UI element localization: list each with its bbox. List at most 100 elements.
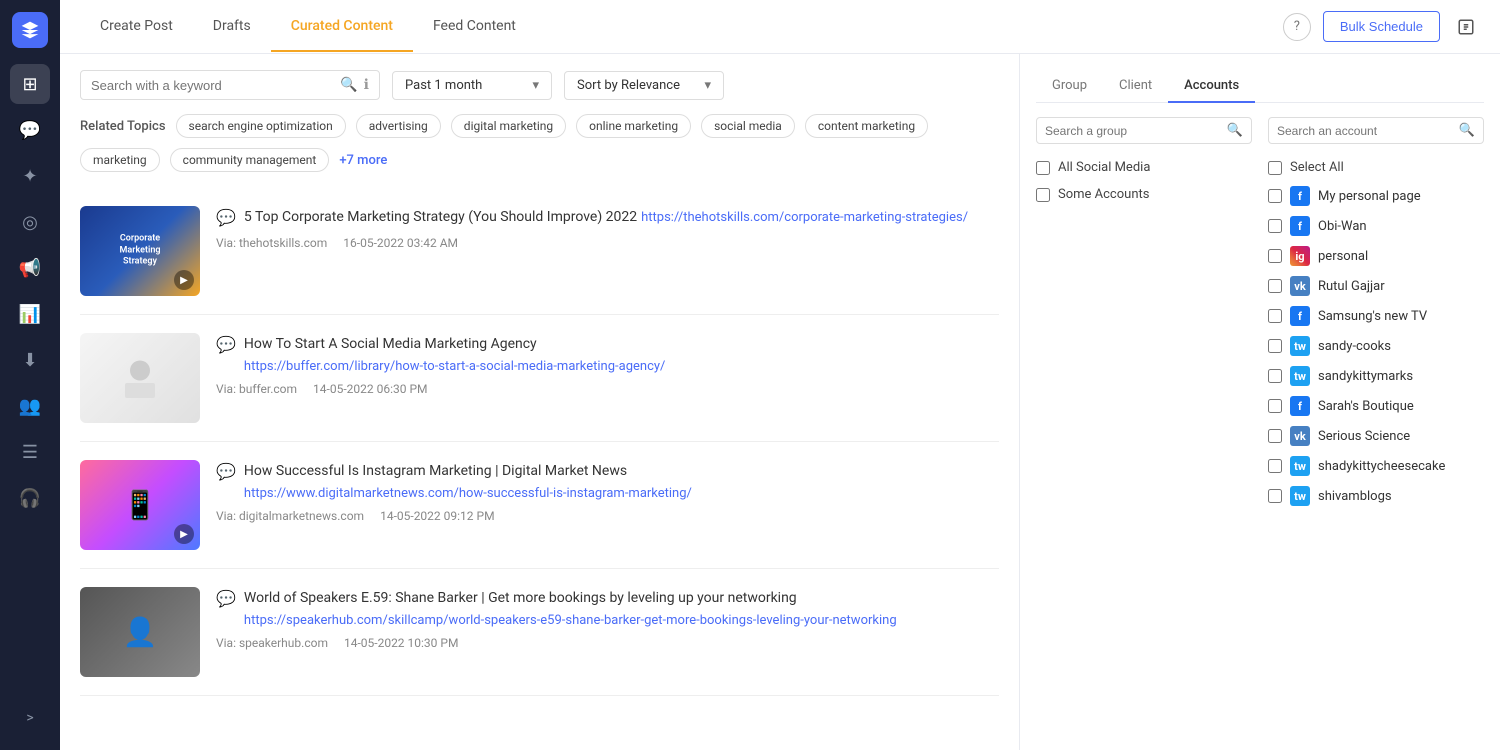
topic-chip-community[interactable]: community management [170, 148, 330, 172]
sort-filter-dropdown[interactable]: Sort by Relevance ▾ [564, 71, 724, 100]
topic-chip-digital[interactable]: digital marketing [451, 114, 566, 138]
checkbox-account-0[interactable] [1268, 189, 1282, 203]
checkbox-account-9[interactable] [1268, 459, 1282, 473]
article-thumb-2 [80, 333, 200, 423]
tab-curated-content[interactable]: Curated Content [271, 2, 413, 52]
account-item-8[interactable]: vk Serious Science [1268, 421, 1484, 451]
avatar-account-1: f [1290, 216, 1310, 236]
some-accounts-label: Some Accounts [1058, 187, 1149, 202]
article-content-3: 💬 How Successful Is Instagram Marketing … [216, 460, 999, 523]
sidebar-item-megaphone[interactable]: 📢 [10, 248, 50, 288]
article-date-2: 14-05-2022 06:30 PM [313, 382, 427, 396]
sidebar-item-support[interactable]: 🎧 [10, 478, 50, 518]
topic-chip-seo[interactable]: search engine optimization [176, 114, 346, 138]
bulk-schedule-button[interactable]: Bulk Schedule [1323, 11, 1440, 42]
topic-chip-advertising[interactable]: advertising [356, 114, 441, 138]
article-meta-1: Via: thehotskills.com 16-05-2022 03:42 A… [216, 236, 999, 250]
tab-create-post[interactable]: Create Post [80, 2, 193, 52]
account-item-4[interactable]: f Samsung's new TV [1268, 301, 1484, 331]
checkbox-some-accounts[interactable] [1036, 188, 1050, 202]
sort-filter-value: Sort by Relevance [577, 78, 680, 93]
group-all-social-media[interactable]: All Social Media [1036, 154, 1252, 181]
checkbox-all-social[interactable] [1036, 161, 1050, 175]
help-button[interactable]: ? [1283, 13, 1311, 41]
info-icon[interactable]: ℹ [364, 77, 369, 93]
sidebar: ⊞ 💬 ✦ ◎ 📢 📊 ⬇ 👥 ☰ 🎧 > [0, 0, 60, 750]
group-search-input[interactable] [1045, 124, 1221, 138]
search-input[interactable] [91, 78, 334, 93]
topic-chip-social[interactable]: social media [701, 114, 795, 138]
checkbox-account-2[interactable] [1268, 249, 1282, 263]
export-button[interactable] [1452, 13, 1480, 41]
more-topics-link[interactable]: +7 more [339, 153, 387, 168]
search-bar: 🔍 ℹ Past 1 month ▾ Sort by Relevance ▾ [80, 70, 999, 100]
avatar-account-0: f [1290, 186, 1310, 206]
panel-tab-client[interactable]: Client [1103, 70, 1168, 103]
account-item-10[interactable]: tw shivamblogs [1268, 481, 1484, 511]
account-item-2[interactable]: ig personal [1268, 241, 1484, 271]
article-date-1: 16-05-2022 03:42 AM [343, 236, 458, 250]
account-item-3[interactable]: vk Rutul Gajjar [1268, 271, 1484, 301]
sidebar-item-analytics[interactable]: ✦ [10, 156, 50, 196]
sidebar-expand-button[interactable]: > [10, 698, 50, 738]
checkbox-account-1[interactable] [1268, 219, 1282, 233]
sidebar-item-users[interactable]: 👥 [10, 386, 50, 426]
main-area: Create Post Drafts Curated Content Feed … [60, 0, 1500, 750]
article-date-3: 14-05-2022 09:12 PM [380, 509, 494, 523]
account-item-0[interactable]: f My personal page [1268, 181, 1484, 211]
checkbox-select-all[interactable] [1268, 161, 1282, 175]
avatar-account-6: tw [1290, 366, 1310, 386]
related-topics-label: Related Topics [80, 119, 166, 134]
avatar-account-2: ig [1290, 246, 1310, 266]
article-link-2[interactable]: https://buffer.com/library/how-to-start-… [244, 359, 665, 374]
select-all-label: Select All [1290, 160, 1344, 175]
account-item-7[interactable]: f Sarah's Boutique [1268, 391, 1484, 421]
content-icon-2: 💬 [216, 335, 236, 354]
article-content-4: 💬 World of Speakers E.59: Shane Barker |… [216, 587, 999, 650]
article-content-1: 💬 5 Top Corporate Marketing Strategy (Yo… [216, 206, 999, 250]
account-item-9[interactable]: tw shadykittycheesecake [1268, 451, 1484, 481]
panel-tab-group[interactable]: Group [1036, 70, 1103, 103]
article-link-4[interactable]: https://speakerhub.com/skillcamp/world-s… [244, 613, 897, 628]
panel-tab-accounts[interactable]: Accounts [1168, 70, 1255, 103]
nav-actions: ? Bulk Schedule [1283, 11, 1480, 42]
account-search-input[interactable] [1277, 124, 1453, 138]
date-filter-dropdown[interactable]: Past 1 month ▾ [392, 71, 552, 100]
sidebar-item-chat[interactable]: 💬 [10, 110, 50, 150]
right-panel: Group Client Accounts 🔍 All Social Media [1020, 54, 1500, 750]
article-via-3: Via: digitalmarketnews.com [216, 509, 364, 523]
article-header-3: 💬 How Successful Is Instagram Marketing … [216, 460, 999, 501]
article-card-4: 👤 💬 World of Speakers E.59: Shane Barker… [80, 569, 999, 696]
account-label-9: shadykittycheesecake [1318, 459, 1445, 474]
topic-chip-online[interactable]: online marketing [576, 114, 691, 138]
sidebar-item-radar[interactable]: ◎ [10, 202, 50, 242]
checkbox-account-6[interactable] [1268, 369, 1282, 383]
checkbox-account-4[interactable] [1268, 309, 1282, 323]
sidebar-item-chart[interactable]: 📊 [10, 294, 50, 334]
checkbox-account-7[interactable] [1268, 399, 1282, 413]
checkbox-account-8[interactable] [1268, 429, 1282, 443]
select-all-item[interactable]: Select All [1268, 154, 1484, 181]
article-link-1[interactable]: https://thehotskills.com/corporate-marke… [641, 210, 968, 225]
sidebar-item-download[interactable]: ⬇ [10, 340, 50, 380]
sidebar-item-list[interactable]: ☰ [10, 432, 50, 472]
topic-chip-marketing[interactable]: marketing [80, 148, 160, 172]
account-item-5[interactable]: tw sandy-cooks [1268, 331, 1484, 361]
group-some-accounts[interactable]: Some Accounts [1036, 181, 1252, 208]
checkbox-account-5[interactable] [1268, 339, 1282, 353]
topic-chip-content[interactable]: content marketing [805, 114, 928, 138]
checkbox-account-10[interactable] [1268, 489, 1282, 503]
thumb-icon-3: 📱 [123, 489, 158, 522]
checkbox-account-3[interactable] [1268, 279, 1282, 293]
tab-feed-content[interactable]: Feed Content [413, 2, 536, 52]
tab-drafts[interactable]: Drafts [193, 2, 271, 52]
account-label-6: sandykittymarks [1318, 369, 1413, 384]
article-link-3[interactable]: https://www.digitalmarketnews.com/how-su… [244, 486, 692, 501]
article-title-4: World of Speakers E.59: Shane Barker | G… [244, 590, 797, 606]
account-item-1[interactable]: f Obi-Wan [1268, 211, 1484, 241]
play-icon-3: ▶ [174, 524, 194, 544]
thumb-icon-4: 👤 [123, 616, 158, 649]
sidebar-item-dashboard[interactable]: ⊞ [10, 64, 50, 104]
account-item-6[interactable]: tw sandykittymarks [1268, 361, 1484, 391]
sidebar-logo[interactable] [12, 12, 48, 48]
